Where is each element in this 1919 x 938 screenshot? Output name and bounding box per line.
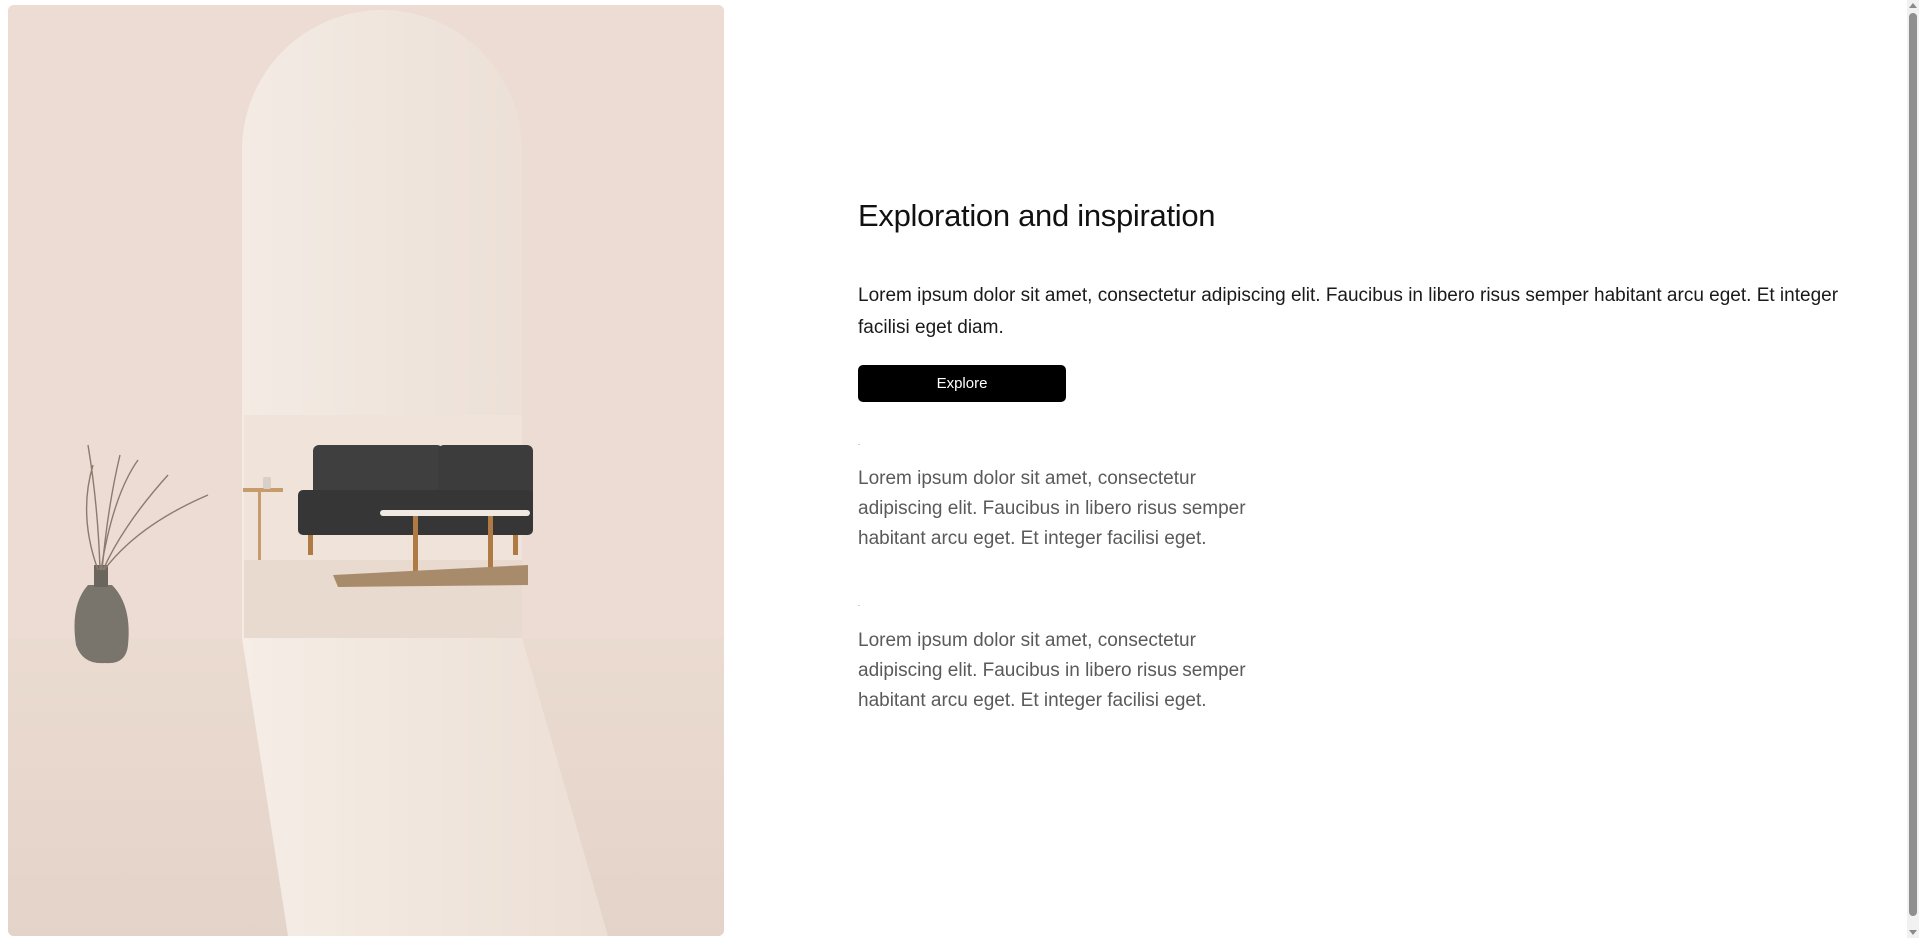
interior-illustration (8, 5, 724, 936)
section-description: Lorem ipsum dolor sit amet, consectetur … (858, 285, 1839, 338)
scroll-up-icon[interactable] (1909, 3, 1917, 8)
scroll-thumb[interactable] (1909, 13, 1917, 916)
feature-1-marker (858, 444, 860, 445)
vertical-scrollbar[interactable] (1907, 0, 1919, 938)
feature-2-marker (858, 605, 860, 606)
hero-image (8, 5, 724, 936)
feature-text-1: Lorem ipsum dolor sit amet, consectetur … (858, 468, 1246, 549)
section-title: Exploration and inspiration (858, 198, 1216, 233)
feature-text-2: Lorem ipsum dolor sit amet, consectetur … (858, 630, 1246, 711)
scroll-down-icon[interactable] (1909, 930, 1917, 935)
explore-button[interactable]: Explore (858, 365, 1066, 402)
